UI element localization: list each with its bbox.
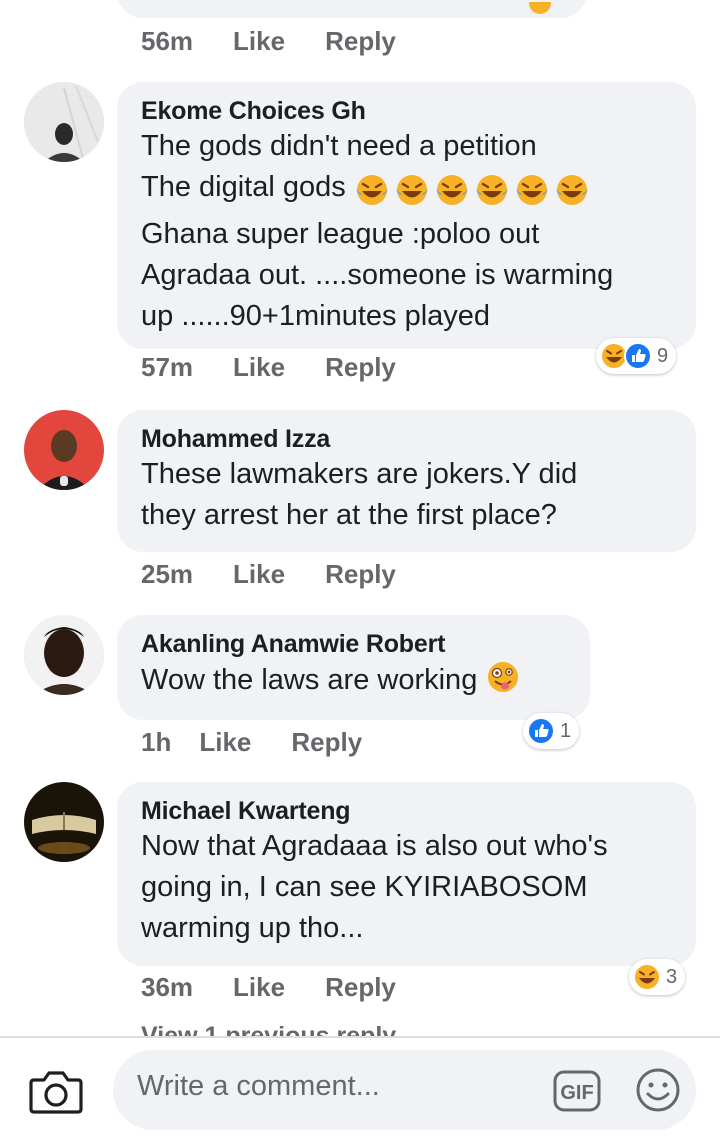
reply-button[interactable]: Reply <box>325 352 396 383</box>
comment-time: 1h <box>141 726 172 757</box>
comment-author[interactable]: Michael Kwarteng <box>141 796 672 826</box>
avatar-photo-icon <box>24 782 104 862</box>
reply-button[interactable]: Reply <box>325 26 396 57</box>
thumbs-up-emoji-icon <box>624 342 652 370</box>
comment-text-fragment: The digital gods <box>141 171 346 203</box>
reactions-summary[interactable]: 9 <box>596 338 677 374</box>
avatar[interactable] <box>24 615 104 695</box>
reactions-count: 9 <box>657 344 669 367</box>
comment-text-line: Wow the laws are working <box>141 659 566 701</box>
view-previous-replies-link[interactable]: View 1 previous reply <box>141 1022 396 1036</box>
comment-time: 57m <box>141 351 194 382</box>
comment-time: 36m <box>141 971 194 1002</box>
comment-text-line: These lawmakers are jokers.Y did <box>141 458 578 490</box>
comment-text-line: warming up tho... <box>141 912 364 944</box>
laughing-tears-emoji-icon <box>555 175 588 205</box>
crazy-face-emoji-icon <box>488 662 519 692</box>
laughing-tears-emoji-icon <box>395 175 428 205</box>
comment-text-line: going in, I can see KYIRIABOSOM <box>141 871 588 903</box>
comment-actions: 36m Like Reply <box>141 970 396 1004</box>
avatar-photo-icon <box>24 615 104 695</box>
comment-text-line: up ......90+1minutes played <box>141 300 491 332</box>
comment-time: 25m <box>141 558 194 589</box>
comment-actions: 25m Like Reply <box>141 557 396 591</box>
laughing-tears-emoji-icon <box>435 175 468 205</box>
avatar[interactable] <box>24 782 104 862</box>
laughing-tears-emoji-icon <box>475 175 508 205</box>
comment-bubble-partial <box>117 0 587 18</box>
camera-icon[interactable] <box>28 1066 84 1116</box>
reactions-count: 1 <box>560 719 572 742</box>
like-button[interactable]: Like <box>233 352 285 383</box>
reactions-summary[interactable]: 1 <box>523 713 580 749</box>
comment-text-line: The gods didn't need a petition <box>141 130 537 162</box>
reply-button[interactable]: Reply <box>291 727 362 758</box>
comment-bubble[interactable]: Mohammed Izza These lawmakers are jokers… <box>117 410 696 552</box>
avatar[interactable] <box>24 82 104 162</box>
comment-text-line: Agradaa out. ....someone is warming <box>141 259 614 291</box>
emoji-picker-icon[interactable] <box>635 1067 681 1113</box>
comment-text-line: The digital gods <box>141 167 672 214</box>
thumbs-up-emoji-icon <box>527 717 555 745</box>
laughing-emoji-icon <box>633 963 661 991</box>
avatar-photo-icon <box>24 82 104 162</box>
laughing-tears-emoji-icon <box>515 175 548 205</box>
comment-text-fragment: Wow the laws are working <box>141 664 478 696</box>
like-button[interactable]: Like <box>233 972 285 1003</box>
comment-composer: Write a comment... GIF <box>0 1036 720 1139</box>
comment-actions: 57m Like Reply <box>141 350 396 384</box>
comment-author[interactable]: Ekome Choices Gh <box>141 96 672 126</box>
comment-bubble[interactable]: Ekome Choices Gh The gods didn't need a … <box>117 82 696 349</box>
comment-feed[interactable]: 56m Like Reply Ekome Choices Gh The gods… <box>0 0 720 1036</box>
like-button[interactable]: Like <box>233 26 285 57</box>
laughing-tears-emoji-icon <box>355 175 388 205</box>
avatar[interactable] <box>24 410 104 490</box>
like-button[interactable]: Like <box>233 559 285 590</box>
comment-time: 56m <box>141 25 194 56</box>
like-button[interactable]: Like <box>199 727 251 758</box>
comment-bubble[interactable]: Michael Kwarteng Now that Agradaaa is al… <box>117 782 696 966</box>
comment-author[interactable]: Akanling Anamwie Robert <box>141 629 566 659</box>
comment-text-line: Ghana super league :poloo out <box>141 218 540 250</box>
reply-button[interactable]: Reply <box>325 972 396 1003</box>
avatar-photo-icon <box>24 410 104 490</box>
reply-button[interactable]: Reply <box>325 559 396 590</box>
comment-actions: 56m Like Reply <box>141 24 396 58</box>
comment-author[interactable]: Mohammed Izza <box>141 424 672 454</box>
reactions-summary[interactable]: 3 <box>629 959 686 995</box>
laughing-tears-emoji-row <box>354 172 594 214</box>
gif-icon[interactable]: GIF <box>553 1070 601 1112</box>
comment-actions: 1h Like Reply <box>141 725 362 759</box>
emoji-partial-icon <box>529 2 551 14</box>
comment-text-line: Now that Agradaaa is also out who's <box>141 830 608 862</box>
gif-label: GIF <box>560 1082 593 1104</box>
reactions-count: 3 <box>666 965 678 988</box>
comment-input-placeholder: Write a comment... <box>137 1070 380 1102</box>
comment-input[interactable]: Write a comment... GIF <box>113 1050 696 1130</box>
comment-text-line: they arrest her at the first place? <box>141 499 557 531</box>
comment-bubble[interactable]: Akanling Anamwie Robert Wow the laws are… <box>117 615 590 720</box>
